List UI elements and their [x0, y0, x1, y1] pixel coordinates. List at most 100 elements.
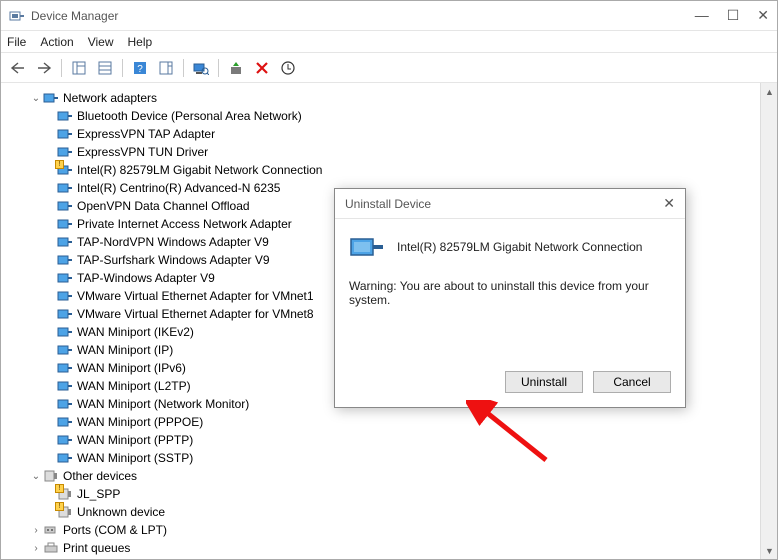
- tree-item[interactable]: ExpressVPN TUN Driver: [7, 143, 758, 161]
- network-adapter-icon: [57, 288, 73, 304]
- network-adapter-icon: [57, 252, 73, 268]
- menu-file[interactable]: File: [7, 35, 26, 49]
- tree-item-label: TAP-Surfshark Windows Adapter V9: [77, 253, 270, 267]
- tree-item-label: TAP-Windows Adapter V9: [77, 271, 215, 285]
- tree-item-label: ExpressVPN TAP Adapter: [77, 127, 215, 141]
- tree-item[interactable]: Bluetooth Device (Personal Area Network): [7, 107, 758, 125]
- unknown-device-icon: !: [57, 504, 73, 520]
- dialog-warning-text: Warning: You are about to uninstall this…: [349, 279, 671, 307]
- category-label: Ports (COM & LPT): [63, 523, 167, 537]
- collapse-icon[interactable]: ⌄: [29, 93, 43, 104]
- tree-item-label: JL_SPP: [77, 487, 120, 501]
- forward-button[interactable]: [33, 57, 55, 79]
- tree-item[interactable]: ! Intel(R) 82579LM Gigabit Network Connec…: [7, 161, 758, 179]
- expand-icon[interactable]: ›: [29, 543, 43, 554]
- unknown-device-icon: !: [57, 486, 73, 502]
- other-devices-category-icon: [43, 468, 59, 484]
- dialog-body: Intel(R) 82579LM Gigabit Network Connect…: [335, 219, 685, 361]
- network-adapter-icon: [57, 108, 73, 124]
- app-icon: [9, 8, 25, 24]
- window-title: Device Manager: [31, 9, 695, 23]
- network-adapter-icon: !: [57, 162, 73, 178]
- network-adapter-icon: [57, 216, 73, 232]
- toolbar-separator: [122, 59, 123, 77]
- network-adapter-icon: [57, 126, 73, 142]
- tree-item-label: OpenVPN Data Channel Offload: [77, 199, 250, 213]
- category-ports[interactable]: › Ports (COM & LPT): [7, 521, 758, 539]
- window-controls: — ☐ ✕: [695, 7, 769, 24]
- tree-item[interactable]: ! JL_SPP: [7, 485, 758, 503]
- tree-item-label: Intel(R) 82579LM Gigabit Network Connect…: [77, 163, 322, 177]
- tree-item-label: ExpressVPN TUN Driver: [77, 145, 208, 159]
- menubar: File Action View Help: [1, 31, 777, 53]
- scan-hardware-button[interactable]: [190, 57, 212, 79]
- tree-item[interactable]: ExpressVPN TAP Adapter: [7, 125, 758, 143]
- close-button[interactable]: ✕: [757, 7, 769, 24]
- toolbar: ?: [1, 53, 777, 83]
- uninstall-device-dialog: Uninstall Device ✕ Intel(R) 82579LM Giga…: [334, 188, 686, 408]
- back-button[interactable]: [7, 57, 29, 79]
- category-print-queues[interactable]: › Print queues: [7, 539, 758, 557]
- dialog-close-button[interactable]: ✕: [663, 195, 675, 212]
- menu-help[interactable]: Help: [128, 35, 153, 49]
- expand-icon[interactable]: ›: [29, 525, 43, 536]
- network-adapter-icon: [57, 306, 73, 322]
- vertical-scrollbar[interactable]: ▲ ▼: [760, 83, 777, 559]
- tree-item[interactable]: WAN Miniport (PPPOE): [7, 413, 758, 431]
- toolbar-separator: [183, 59, 184, 77]
- ports-category-icon: [43, 522, 59, 538]
- toolbar-separator: [218, 59, 219, 77]
- action-pane-button[interactable]: [155, 57, 177, 79]
- print-queues-category-icon: [43, 540, 59, 556]
- tree-item[interactable]: WAN Miniport (PPTP): [7, 431, 758, 449]
- cancel-button[interactable]: Cancel: [593, 371, 671, 393]
- category-network-adapters[interactable]: ⌄ Network adapters: [7, 89, 758, 107]
- svg-text:?: ?: [137, 64, 143, 75]
- network-adapter-icon: [57, 414, 73, 430]
- category-label: Network adapters: [63, 91, 157, 105]
- tree-item-label: WAN Miniport (PPTP): [77, 433, 193, 447]
- tree-item-label: Bluetooth Device (Personal Area Network): [77, 109, 302, 123]
- category-label: Other devices: [63, 469, 137, 483]
- disable-device-button[interactable]: [277, 57, 299, 79]
- collapse-icon[interactable]: ⌄: [29, 471, 43, 482]
- category-other-devices[interactable]: ⌄ Other devices: [7, 467, 758, 485]
- tree-item[interactable]: ! Unknown device: [7, 503, 758, 521]
- tree-item-label: TAP-NordVPN Windows Adapter V9: [77, 235, 269, 249]
- network-adapter-icon: [349, 233, 385, 261]
- tree-item-label: Private Internet Access Network Adapter: [77, 217, 292, 231]
- tree-item-label: Intel(R) Centrino(R) Advanced-N 6235: [77, 181, 280, 195]
- uninstall-button[interactable]: Uninstall: [505, 371, 583, 393]
- network-adapter-icon: [57, 324, 73, 340]
- tree-item-label: WAN Miniport (L2TP): [77, 379, 191, 393]
- maximize-button[interactable]: ☐: [727, 7, 740, 24]
- uninstall-device-button[interactable]: [251, 57, 273, 79]
- network-adapter-icon: [57, 270, 73, 286]
- toolbar-separator: [61, 59, 62, 77]
- tree-item-label: VMware Virtual Ethernet Adapter for VMne…: [77, 289, 314, 303]
- network-adapter-category-icon: [43, 90, 59, 106]
- dialog-title: Uninstall Device: [345, 197, 431, 211]
- network-adapter-icon: [57, 180, 73, 196]
- tree-item-label: Unknown device: [77, 505, 165, 519]
- help-toolbar-button[interactable]: ?: [129, 57, 151, 79]
- scroll-down-arrow[interactable]: ▼: [761, 542, 777, 559]
- update-driver-button[interactable]: [225, 57, 247, 79]
- menu-view[interactable]: View: [88, 35, 114, 49]
- titlebar: Device Manager — ☐ ✕: [1, 1, 777, 31]
- menu-action[interactable]: Action: [40, 35, 73, 49]
- properties-toolbar-button[interactable]: [94, 57, 116, 79]
- network-adapter-icon: [57, 378, 73, 394]
- tree-item-label: WAN Miniport (Network Monitor): [77, 397, 249, 411]
- show-hide-console-tree-button[interactable]: [68, 57, 90, 79]
- tree-item-label: WAN Miniport (SSTP): [77, 451, 193, 465]
- tree-item[interactable]: WAN Miniport (SSTP): [7, 449, 758, 467]
- network-adapter-icon: [57, 360, 73, 376]
- category-label: Print queues: [63, 541, 130, 555]
- tree-item-label: WAN Miniport (IP): [77, 343, 173, 357]
- minimize-button[interactable]: —: [695, 7, 709, 24]
- tree-item-label: VMware Virtual Ethernet Adapter for VMne…: [77, 307, 314, 321]
- network-adapter-icon: [57, 342, 73, 358]
- scroll-up-arrow[interactable]: ▲: [761, 83, 777, 100]
- network-adapter-icon: [57, 432, 73, 448]
